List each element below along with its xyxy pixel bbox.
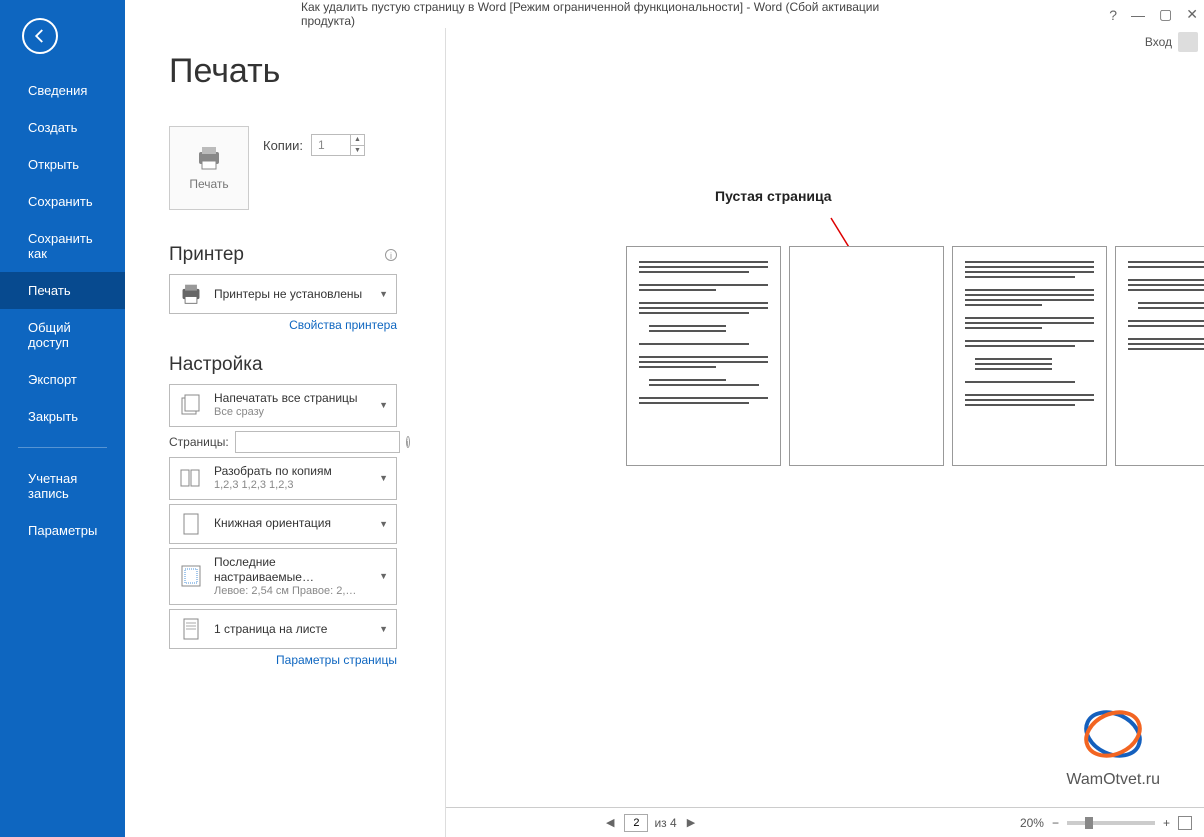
page-thumb-4[interactable]: [1115, 246, 1204, 466]
info-icon[interactable]: i: [385, 249, 397, 261]
per-sheet-dropdown[interactable]: 1 страница на листе ▼: [169, 609, 397, 649]
printer-section-head: Принтер i: [169, 210, 397, 266]
sidebar-item-close[interactable]: Закрыть: [0, 398, 125, 435]
pages-icon: [178, 392, 204, 418]
spinner-up-icon[interactable]: ▲: [351, 135, 364, 146]
minimize-icon[interactable]: —: [1131, 7, 1145, 23]
fit-page-button[interactable]: [1178, 816, 1192, 830]
sidebar-item-save[interactable]: Сохранить: [0, 183, 125, 220]
printer-dd-icon: [178, 281, 204, 307]
print-button-label: Печать: [189, 177, 228, 191]
chevron-down-icon: ▼: [379, 571, 388, 581]
page-thumb-3[interactable]: [952, 246, 1107, 466]
margins-icon: [178, 563, 204, 589]
pages-label: Страницы:: [169, 435, 229, 449]
preview-bottom-bar: ◀ из 4 ▶ 20% − +: [446, 807, 1204, 837]
spinner-buttons: ▲ ▼: [350, 135, 364, 155]
chevron-down-icon: ▼: [379, 289, 388, 299]
sidebar-item-open[interactable]: Открыть: [0, 146, 125, 183]
chevron-down-icon: ▼: [379, 473, 388, 483]
copies-row: Копии: ▲ ▼: [263, 126, 397, 156]
chevron-down-icon: ▼: [379, 624, 388, 634]
sidebar-item-account[interactable]: Учетная запись: [0, 460, 125, 512]
watermark: WamOtvet.ru: [1066, 706, 1160, 789]
spinner-down-icon[interactable]: ▼: [351, 146, 364, 156]
window-controls: ? — ▢ ✕: [1109, 6, 1198, 23]
print-button[interactable]: Печать: [169, 126, 249, 210]
settings-heading: Настройка: [169, 354, 263, 376]
watermark-text: WamOtvet.ru: [1066, 771, 1160, 789]
copies-spinner[interactable]: ▲ ▼: [311, 134, 365, 156]
current-page-input[interactable]: [624, 814, 648, 832]
print-range-text: Напечатать все страницы Все сразу: [214, 391, 369, 420]
chevron-down-icon: ▼: [379, 519, 388, 529]
per-sheet-text: 1 страница на листе: [214, 622, 369, 637]
zoom-controls: 20% − +: [1020, 816, 1192, 830]
printer-icon: [194, 145, 224, 171]
back-button[interactable]: [22, 18, 58, 54]
collate-dropdown[interactable]: Разобрать по копиям 1,2,3 1,2,3 1,2,3 ▼: [169, 457, 397, 500]
print-settings-column: Печать Копии: ▲ ▼ Принтер i Принтеры не …: [169, 126, 397, 681]
orientation-text: Книжная ориентация: [214, 516, 369, 531]
pages-row: Страницы: i: [169, 431, 397, 453]
portrait-icon: [178, 511, 204, 537]
zoom-in-button[interactable]: +: [1163, 816, 1170, 830]
prev-page-button[interactable]: ◀: [602, 814, 618, 831]
arrow-left-icon: [31, 27, 49, 45]
orientation-dropdown[interactable]: Книжная ориентация ▼: [169, 504, 397, 544]
page-setup-link[interactable]: Параметры страницы: [169, 653, 397, 667]
page-per-sheet-icon: [178, 616, 204, 642]
help-icon[interactable]: ?: [1109, 7, 1117, 23]
page-thumb-2-empty[interactable]: [789, 246, 944, 466]
sidebar-item-info[interactable]: Сведения: [0, 72, 125, 109]
printer-dd-text: Принтеры не установлены: [214, 287, 369, 302]
zoom-slider[interactable]: [1067, 821, 1155, 825]
copies-input[interactable]: [312, 138, 348, 152]
zoom-value: 20%: [1020, 816, 1044, 830]
print-range-dropdown[interactable]: Напечатать все страницы Все сразу ▼: [169, 384, 397, 427]
close-icon[interactable]: ✕: [1186, 6, 1198, 23]
info-icon[interactable]: i: [406, 436, 410, 448]
sidebar-item-new[interactable]: Создать: [0, 109, 125, 146]
printer-dropdown[interactable]: Принтеры не установлены ▼: [169, 274, 397, 314]
zoom-out-button[interactable]: −: [1052, 816, 1059, 830]
print-preview: Пустая страница: [445, 28, 1204, 837]
settings-section-head: Настройка: [169, 354, 397, 376]
preview-annotation-label: Пустая страница: [715, 188, 832, 204]
collate-icon: [178, 465, 204, 491]
main-content: Печать Печать Копии: ▲ ▼ Принтер i: [125, 28, 1204, 837]
watermark-logo-icon: [1078, 706, 1148, 762]
pages-input[interactable]: [235, 431, 400, 453]
page-nav: ◀ из 4 ▶: [602, 814, 699, 832]
collate-text: Разобрать по копиям 1,2,3 1,2,3 1,2,3: [214, 464, 369, 493]
next-page-button[interactable]: ▶: [683, 814, 699, 831]
sidebar-item-saveas[interactable]: Сохранить как: [0, 220, 125, 272]
page-thumbnails: [626, 246, 1204, 466]
sidebar-item-share[interactable]: Общий доступ: [0, 309, 125, 361]
page-total-label: из 4: [654, 816, 676, 830]
printer-heading: Принтер: [169, 244, 244, 266]
maximize-icon[interactable]: ▢: [1159, 6, 1172, 23]
sidebar-item-options[interactable]: Параметры: [0, 512, 125, 549]
sidebar-item-print[interactable]: Печать: [0, 272, 125, 309]
margins-dropdown[interactable]: Последние настраиваемые… Левое: 2,54 см …: [169, 548, 397, 606]
backstage-sidebar: Сведения Создать Открыть Сохранить Сохра…: [0, 0, 125, 837]
title-bar: Как удалить пустую страницу в Word [Режи…: [0, 0, 1204, 28]
sidebar-item-export[interactable]: Экспорт: [0, 361, 125, 398]
window-title: Как удалить пустую страницу в Word [Режи…: [301, 0, 903, 28]
copies-label: Копии:: [263, 138, 303, 153]
page-thumb-1[interactable]: [626, 246, 781, 466]
sidebar-divider: [18, 447, 107, 448]
printer-properties-link[interactable]: Свойства принтера: [169, 318, 397, 332]
margins-text: Последние настраиваемые… Левое: 2,54 см …: [214, 555, 369, 599]
chevron-down-icon: ▼: [379, 400, 388, 410]
